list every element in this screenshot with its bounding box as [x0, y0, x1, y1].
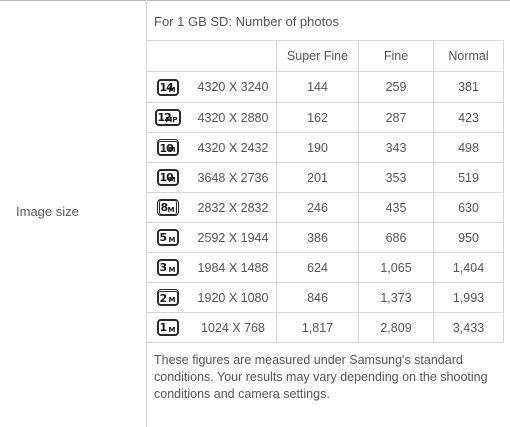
table-row: 10 M 3648 X 2736 201 353 519	[146, 162, 504, 193]
normal-cell: 498	[433, 132, 504, 163]
fine-cell: 435	[358, 192, 434, 223]
super-fine-cell: 846	[276, 282, 359, 313]
icon-number: 8	[160, 201, 169, 214]
table-row: 1 M 1024 X 768 1,817 2,809 3,433	[146, 312, 504, 343]
super-fine-cell: 144	[276, 71, 359, 103]
table-row: 3 M 1984 X 1488 624 1,065 1,404	[146, 252, 504, 283]
resolution-cell: 3648 X 2736	[188, 162, 277, 193]
1m-size-icon: 1M	[156, 319, 179, 336]
table-row: 5 M 2592 X 1944 386 686 950	[146, 222, 504, 253]
10m-size-icon: 10 M	[156, 169, 179, 186]
normal-cell: 630	[433, 192, 504, 223]
size-icon-cell: 3M	[146, 252, 188, 283]
resolution-cell: 1024 X 768	[188, 312, 277, 343]
resolution-cell: 2592 X 1944	[188, 222, 277, 253]
size-icon-cell: 1M	[146, 312, 188, 343]
table-row: 2 M 1920 X 1080 846 1,373 1,993	[146, 282, 504, 313]
table-row: 10 M 4320 X 2432 190 343 498	[146, 132, 504, 163]
normal-cell: 3,433	[433, 312, 504, 343]
normal-cell: 950	[433, 222, 504, 253]
icon-suffix: M	[168, 236, 176, 244]
icon-number: 3	[159, 261, 168, 274]
icon-suffix: M	[168, 176, 176, 184]
fine-cell: 287	[358, 102, 434, 133]
14m-size-icon: 14 M	[156, 78, 179, 96]
super-fine-cell: 162	[276, 102, 359, 133]
table-row: 8 M 2832 X 2832 246 435 630	[146, 192, 504, 223]
resolution-cell: 4320 X 3240	[188, 71, 277, 103]
normal-cell: 1,404	[433, 252, 504, 283]
12mp-size-icon: 12 MP	[154, 109, 181, 126]
resolution-cell: 1984 X 1488	[188, 252, 277, 283]
fine-cell: 353	[358, 162, 434, 193]
resolution-cell: 2832 X 2832	[188, 192, 277, 223]
3m-size-icon: 3M	[156, 259, 179, 276]
column-header-super-fine: Super Fine	[276, 40, 359, 72]
fine-cell: 343	[358, 132, 434, 163]
photo-count-table: Super Fine Fine Normal 14 M 4320 X 3240 144…	[146, 40, 504, 343]
resolution-cell: 1920 X 1080	[188, 282, 277, 313]
footnote: These figures are measured under Samsung…	[154, 353, 488, 401]
table-heading: For 1 GB SD: Number of photos	[154, 14, 339, 29]
icon-suffix: M	[168, 85, 176, 94]
10m-wide-size-icon: 10 M	[156, 139, 179, 156]
icon-number: 1	[159, 321, 168, 334]
normal-cell: 423	[433, 102, 504, 133]
size-icon-cell: 14 M	[146, 71, 188, 103]
resolution-cell: 4320 X 2880	[188, 102, 277, 133]
table-row: 12 MP 4320 X 2880 162 287 423	[146, 102, 504, 133]
8m-size-icon: 8M	[156, 199, 179, 216]
top-rule	[0, 0, 510, 1]
fine-cell: 1,065	[358, 252, 434, 283]
size-icon-cell: 12 MP	[146, 102, 188, 133]
icon-number: 5	[159, 231, 168, 244]
normal-cell: 1,993	[433, 282, 504, 313]
fine-cell: 1,373	[358, 282, 434, 313]
icon-suffix: M	[168, 266, 176, 274]
resolution-cell: 4320 X 2432	[188, 132, 277, 163]
size-icon-cell: 2M	[146, 282, 188, 313]
column-header-fine: Fine	[358, 40, 434, 72]
normal-cell: 381	[433, 71, 504, 103]
size-icon-cell: 8M	[146, 192, 188, 223]
super-fine-cell: 1,817	[276, 312, 359, 343]
super-fine-cell: 201	[276, 162, 359, 193]
5m-size-icon: 5M	[156, 229, 179, 246]
super-fine-cell: 246	[276, 192, 359, 223]
icon-number: 2	[159, 292, 168, 305]
header-blank	[188, 40, 277, 72]
icon-suffix: M	[168, 326, 176, 334]
size-icon-cell: 10 M	[146, 162, 188, 193]
icon-suffix: M	[168, 146, 176, 154]
super-fine-cell: 190	[276, 132, 359, 163]
fine-cell: 259	[358, 71, 434, 103]
column-header-normal: Normal	[433, 40, 504, 72]
table-row: 14 M 4320 X 3240 144 259 381	[146, 71, 504, 103]
icon-suffix: MP	[165, 116, 178, 124]
size-icon-cell: 10 M	[146, 132, 188, 163]
2m-size-icon: 2M	[156, 289, 179, 306]
header-row: Super Fine Fine Normal	[146, 40, 504, 72]
fine-cell: 2,809	[358, 312, 434, 343]
icon-suffix: M	[167, 206, 175, 214]
size-icon-cell: 5M	[146, 222, 188, 253]
row-label: Image size	[16, 204, 79, 219]
header-blank	[146, 40, 188, 72]
super-fine-cell: 386	[276, 222, 359, 253]
fine-cell: 686	[358, 222, 434, 253]
icon-suffix: M	[168, 296, 176, 304]
super-fine-cell: 624	[276, 252, 359, 283]
normal-cell: 519	[433, 162, 504, 193]
